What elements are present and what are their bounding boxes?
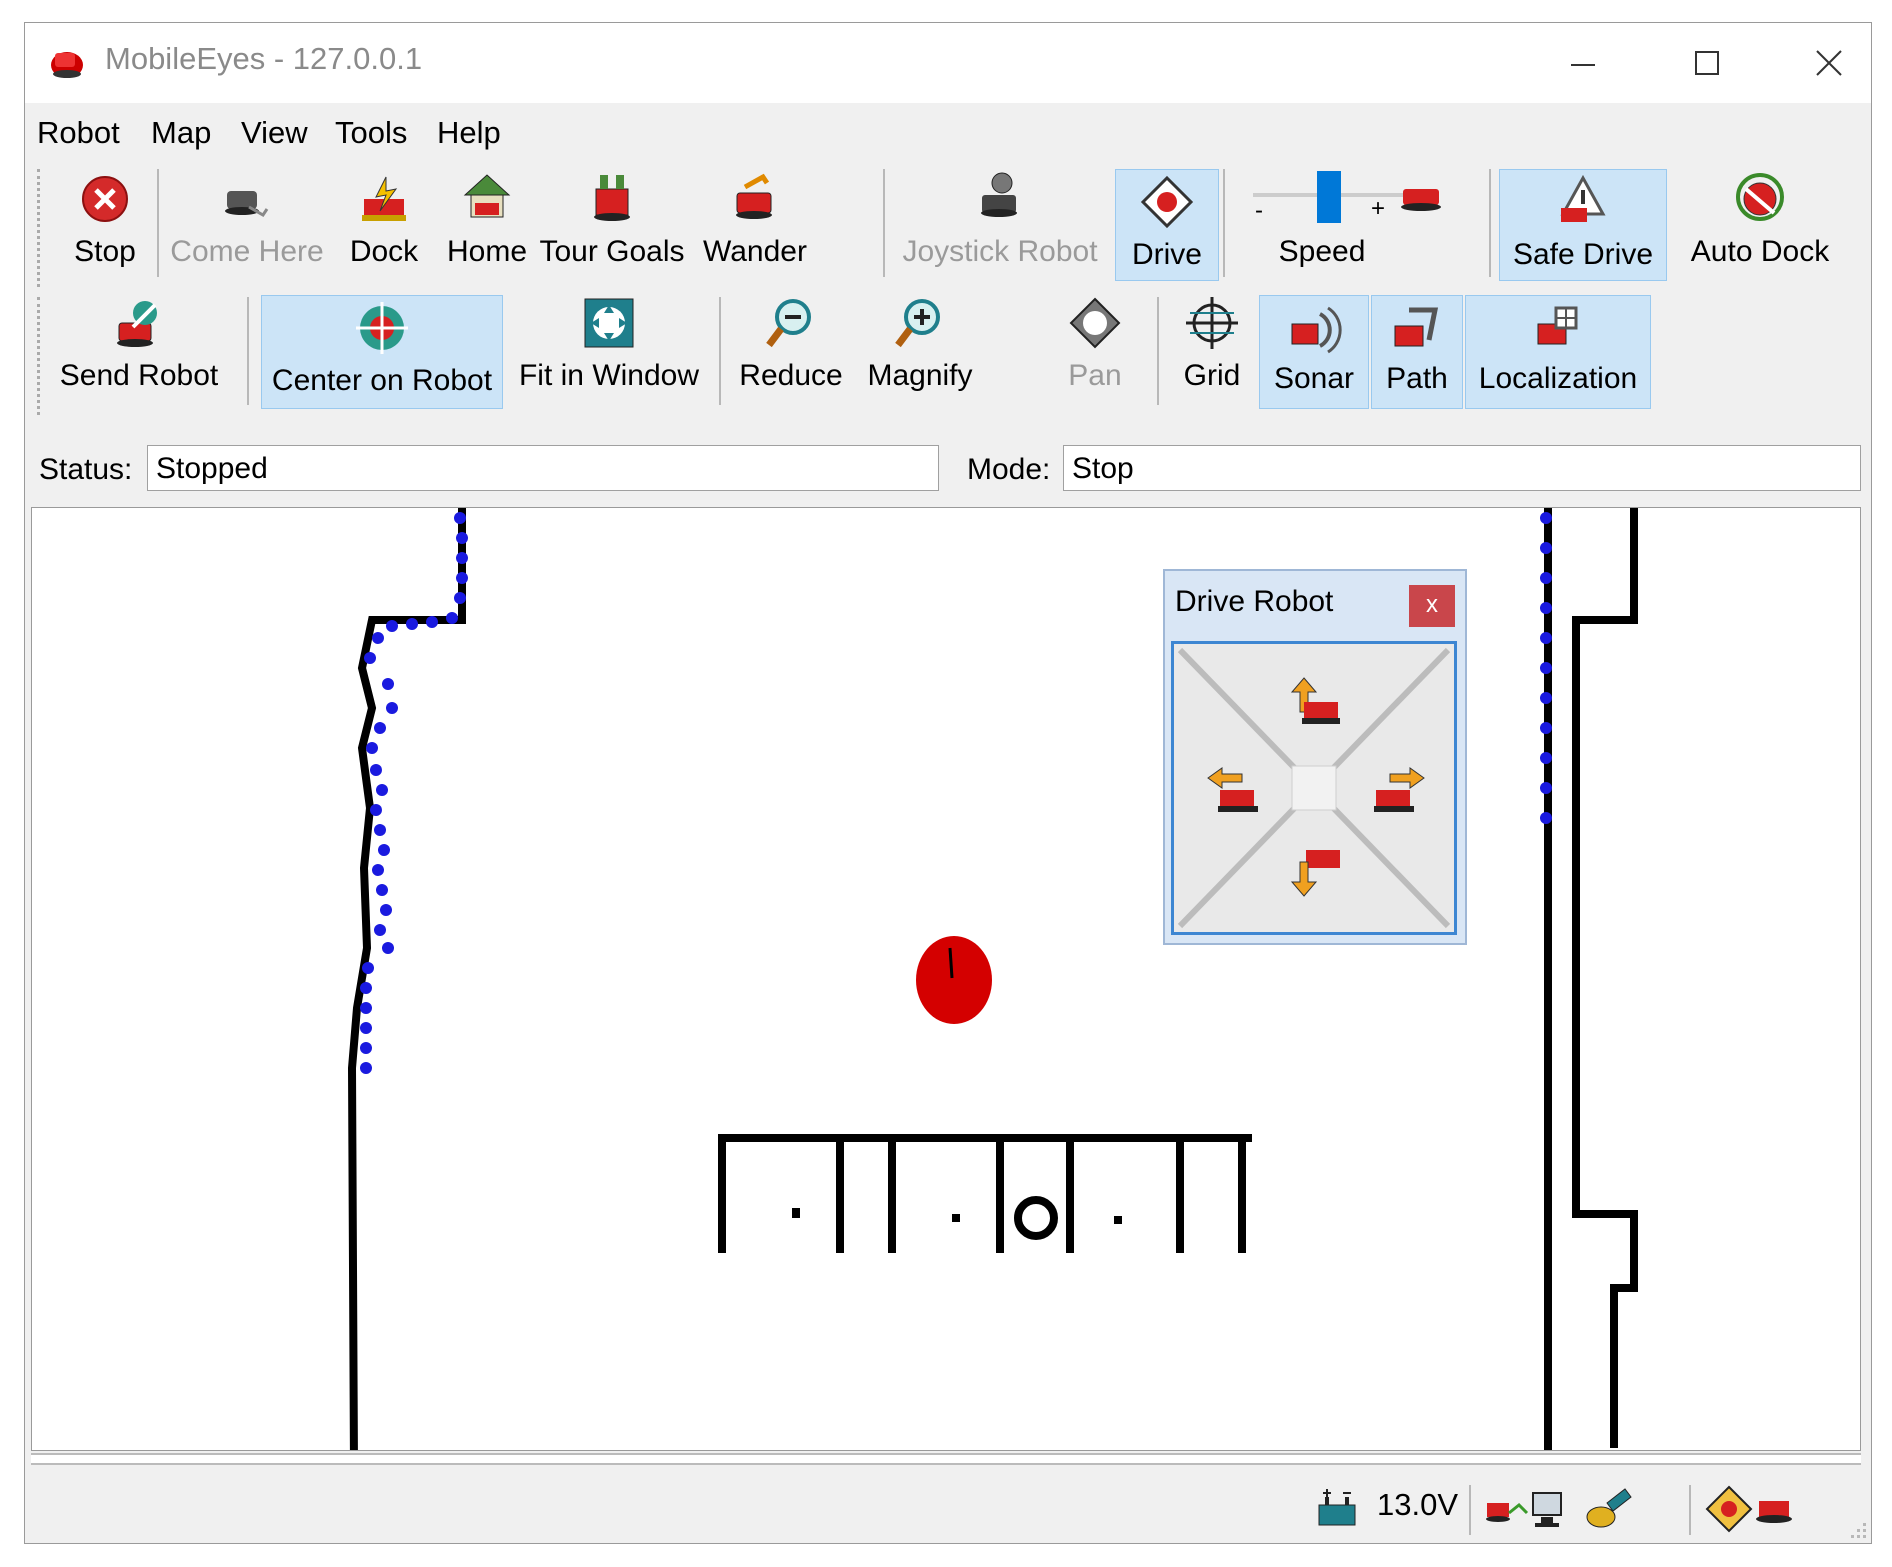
tour-goals-button[interactable]: Tour Goals [537, 163, 687, 281]
fit-in-window-button[interactable]: Fit in Window [511, 291, 707, 409]
toolbar-grip[interactable] [37, 169, 44, 287]
window-title: MobileEyes - 127.0.0.1 [105, 41, 423, 76]
come-here-icon [225, 191, 269, 217]
toolbar: Stop Come Here Dock Home Tour Goals Wand… [25, 163, 1871, 435]
wander-button[interactable]: Wander [689, 163, 821, 281]
path-icon [1394, 307, 1439, 347]
mode-field: Stop [1063, 445, 1861, 491]
fit-in-window-icon [584, 298, 634, 348]
speed-slider[interactable] [1317, 171, 1341, 223]
home-button[interactable]: Home [437, 163, 537, 281]
map-canvas [347, 508, 1638, 1450]
drive-robot-dialog: Drive Robot x [1163, 569, 1467, 945]
close-icon[interactable] [1801, 37, 1857, 89]
localization-icon [1537, 306, 1578, 345]
dialog-close-button[interactable]: x [1409, 585, 1455, 627]
safe-drive-icon [1560, 174, 1606, 222]
drive-icon [1140, 175, 1194, 229]
safe-drive-button[interactable]: Safe Drive [1499, 169, 1667, 281]
speed-robot-icon [1401, 189, 1441, 211]
pan-button[interactable]: Pan [1045, 291, 1145, 409]
zoom-in-icon [895, 299, 940, 348]
toolbar-separator [1157, 297, 1159, 405]
menu-robot[interactable]: Robot [37, 115, 120, 151]
maximize-icon[interactable] [1679, 37, 1735, 89]
wander-icon [736, 173, 772, 219]
reduce-button[interactable]: Reduce [729, 291, 853, 409]
path-button[interactable]: Path [1371, 295, 1463, 409]
status-label: Status: [39, 453, 133, 486]
dock-button[interactable]: Dock [331, 163, 437, 281]
menu-map[interactable]: Map [151, 115, 211, 151]
stop-button[interactable]: Stop [55, 163, 155, 281]
battery-voltage: 13.0V [1377, 1487, 1459, 1522]
send-robot-icon [117, 301, 157, 347]
joystick-robot-button[interactable]: Joystick Robot [893, 163, 1107, 281]
map-view[interactable] [31, 507, 1861, 1451]
statusbar-separator [1689, 1485, 1691, 1535]
come-here-button[interactable]: Come Here [167, 163, 327, 281]
drive-button[interactable]: Drive [1115, 169, 1219, 281]
toolbar-separator [1489, 169, 1491, 277]
drive-pad [1171, 641, 1457, 935]
battery-icon [1318, 1489, 1356, 1526]
magnify-button[interactable]: Magnify [855, 291, 985, 409]
dialog-title: Drive Robot [1175, 585, 1334, 618]
toolbar-separator [247, 297, 249, 405]
toolbar-separator [883, 169, 885, 277]
drive-backward-arrow-icon[interactable] [1288, 844, 1344, 900]
bottom-status-bar: 13.0V [25, 1471, 1871, 1545]
statusbar-separator [1469, 1485, 1471, 1535]
horizontal-scrollbar[interactable] [31, 1453, 1861, 1465]
grid-button[interactable]: Grid [1167, 291, 1257, 409]
menu-bar: Robot Map View Tools Help [25, 105, 1871, 157]
speed-control: - + Speed [1229, 163, 1449, 281]
center-on-robot-button[interactable]: Center on Robot [261, 295, 503, 409]
dock-icon [362, 176, 406, 221]
zoom-out-icon [766, 299, 811, 348]
toolbar-separator [719, 297, 721, 405]
speed-plus: + [1371, 195, 1386, 222]
resize-grip-icon[interactable] [1849, 1521, 1867, 1539]
menu-tools[interactable]: Tools [335, 115, 407, 151]
menu-view[interactable]: View [241, 115, 308, 151]
drive-left-arrow-icon[interactable] [1206, 762, 1262, 818]
grid-icon [1186, 297, 1238, 349]
robot-connection-icon [1486, 1492, 1562, 1527]
app-robot-icon [51, 52, 83, 78]
status-field: Stopped [147, 445, 939, 491]
center-on-robot-icon [356, 302, 408, 354]
satellite-connection-icon [1586, 1488, 1632, 1528]
toolbar-separator [1223, 169, 1225, 277]
status-row: Status: Stopped Mode: Stop [25, 443, 1871, 495]
localization-button[interactable]: Localization [1465, 295, 1651, 409]
drive-forward-arrow-icon[interactable] [1288, 674, 1344, 730]
stop-icon [82, 176, 128, 222]
speed-minus: - [1255, 197, 1263, 224]
toolbar-separator [157, 169, 159, 277]
pan-icon [1069, 297, 1121, 349]
app-window: MobileEyes - 127.0.0.1 Robot Map View To… [24, 22, 1872, 1544]
joystick-icon [981, 172, 1017, 217]
mode-label: Mode: [967, 453, 1051, 486]
robot-marker[interactable] [916, 936, 992, 1024]
tour-goals-icon [594, 175, 630, 221]
sonar-icon [1291, 306, 1342, 354]
minimize-icon[interactable] [1555, 37, 1611, 89]
title-bar: MobileEyes - 127.0.0.1 [25, 23, 1871, 103]
drive-mode-indicator-icon [1705, 1485, 1792, 1533]
sonar-button[interactable]: Sonar [1259, 295, 1369, 409]
robot-heading [948, 947, 954, 979]
send-robot-button[interactable]: Send Robot [55, 291, 223, 409]
auto-dock-button[interactable]: Auto Dock [1675, 163, 1845, 281]
drive-right-arrow-icon[interactable] [1370, 762, 1426, 818]
toolbar-grip[interactable] [37, 297, 44, 415]
home-icon [463, 174, 511, 218]
menu-help[interactable]: Help [437, 115, 501, 151]
auto-dock-icon [1736, 173, 1784, 221]
